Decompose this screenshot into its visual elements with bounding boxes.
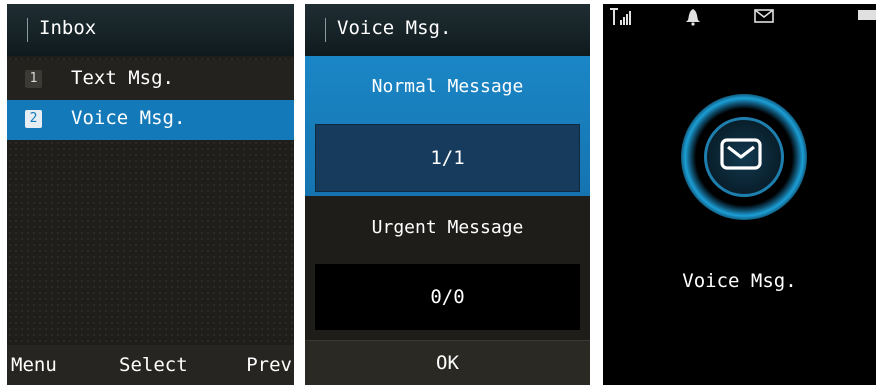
battery-icon xyxy=(857,8,876,26)
signal-icon xyxy=(609,8,633,30)
urgent-message-count: 0/0 xyxy=(315,264,580,330)
item-number-badge: 1 xyxy=(25,70,42,88)
item-number-badge: 2 xyxy=(25,110,42,128)
menu-item-voice-msg[interactable]: 2 Voice Msg. xyxy=(7,100,294,140)
menu-softkey[interactable]: Menu xyxy=(11,354,57,376)
header-divider xyxy=(325,18,326,42)
envelope-icon xyxy=(754,8,774,28)
inbox-screen: Inbox 1 Text Msg. 2 Voice Msg. Menu Sele… xyxy=(7,4,294,385)
bell-icon xyxy=(685,8,701,30)
voice-msg-screen: Voice Msg. Normal Message 1/1 Urgent Mes… xyxy=(305,4,590,385)
inbox-header: Inbox xyxy=(7,4,294,56)
notification-caption: Voice Msg. xyxy=(682,270,797,292)
select-softkey[interactable]: Select xyxy=(119,354,188,376)
message-envelope-icon xyxy=(720,138,762,170)
status-bar xyxy=(603,4,876,32)
ok-softkey-bar: OK xyxy=(305,340,590,385)
menu-item-label: Text Msg. xyxy=(71,67,174,89)
inbox-title: Inbox xyxy=(39,17,97,39)
header-divider xyxy=(27,18,28,42)
normal-message-count: 1/1 xyxy=(315,124,580,192)
voice-msg-header: Voice Msg. xyxy=(305,4,590,56)
voice-msg-notification-screen: Voice Msg. xyxy=(603,4,876,385)
menu-item-label: Voice Msg. xyxy=(71,107,186,129)
softkey-bar: Menu Select Prev xyxy=(7,345,294,385)
prev-softkey[interactable]: Prev xyxy=(246,354,292,376)
ok-button[interactable]: OK xyxy=(305,341,590,385)
voice-msg-title: Voice Msg. xyxy=(337,17,452,39)
normal-message-label: Normal Message xyxy=(371,76,524,97)
menu-item-text-msg[interactable]: 1 Text Msg. xyxy=(7,60,294,100)
urgent-message-label[interactable]: Urgent Message xyxy=(305,217,590,238)
